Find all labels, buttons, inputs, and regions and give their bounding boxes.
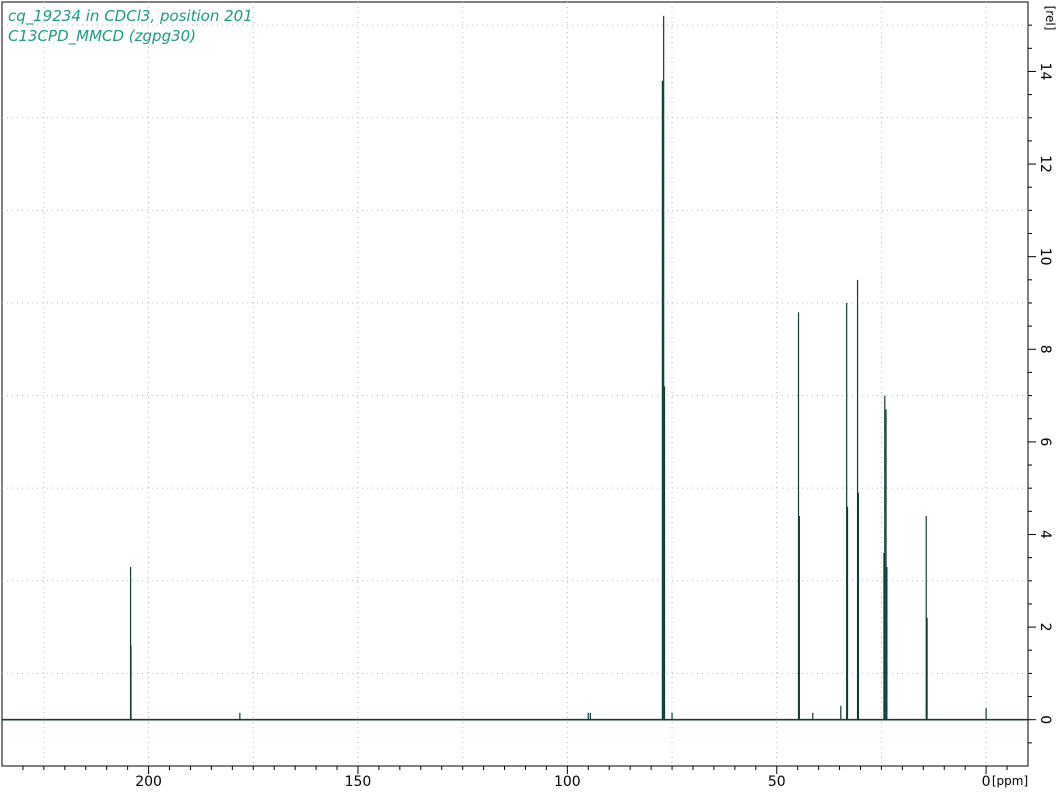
spectrum-peaks (129, 15, 987, 720)
y-tick-label: 8 (1037, 345, 1053, 354)
grid-lines (2, 2, 1028, 766)
x-tick-label: 100 (554, 774, 581, 790)
y-tick-label: 10 (1037, 248, 1053, 266)
chart-subtitle: C13CPD_MMCD (zgpg30) (8, 27, 196, 46)
plot-frame (1, 1, 1029, 767)
y-axis-unit-label: [rel] (1043, 6, 1057, 31)
y-axis: 0 2 4 6 8 10 12 14 (1028, 24, 1053, 744)
x-axis: 200 150 100 50 0 (22, 766, 1008, 790)
y-tick-label: 12 (1037, 155, 1053, 173)
chart-title: cq_19234 in CDCl3, position 201 (8, 7, 253, 26)
x-tick-label: 50 (768, 774, 786, 790)
y-tick-label: 6 (1037, 437, 1053, 446)
y-tick-label: 0 (1037, 715, 1053, 724)
x-tick-label: 150 (345, 774, 372, 790)
y-tick-label: 4 (1037, 530, 1053, 539)
y-tick-label: 14 (1037, 63, 1053, 81)
nmr-spectrum-chart: 200 150 100 50 0 0 2 4 6 8 10 12 14 cq_19234 in CDC… (1, 1, 1057, 790)
y-tick-label: 2 (1037, 623, 1053, 632)
x-tick-label: 0 (982, 774, 991, 790)
x-tick-label: 200 (135, 774, 162, 790)
x-axis-unit-label: [ppm] (992, 774, 1028, 788)
